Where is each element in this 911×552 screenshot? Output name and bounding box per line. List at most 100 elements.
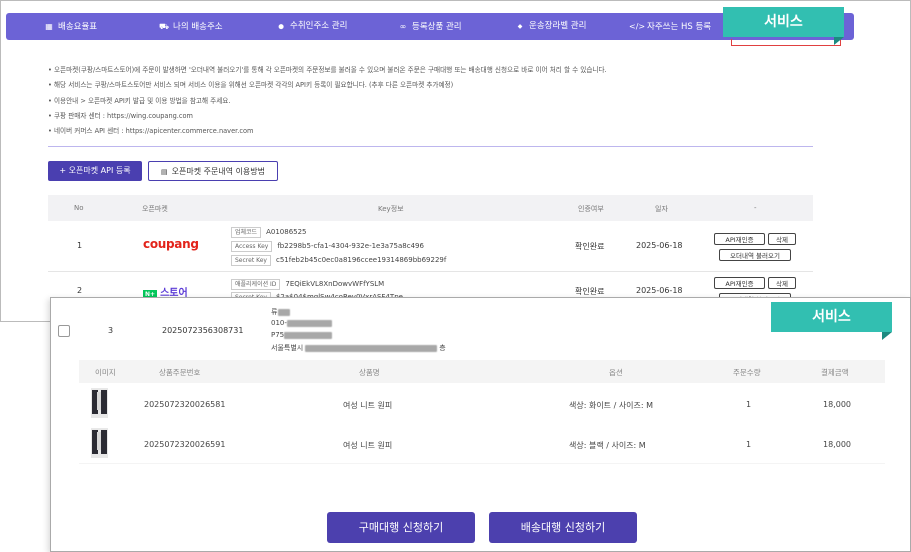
item-row: 2025072320026591 여성 니트 원피 색상: 블랙 / 사이즈: … [79,423,885,463]
product-thumbnail [91,388,108,418]
nav-hs-code[interactable]: </> 자주쓰는 HS 등록 [629,13,711,40]
api-table-header: No 오픈마켓 Key정보 인증여부 일자 - [48,195,813,221]
key-label: Access Key [231,241,273,252]
calendar-icon: ▦ [45,22,53,31]
auth-status: 확인완료 [575,287,605,296]
col-product: 상품명 [359,368,380,377]
name-text: 류 [271,308,278,316]
divider [48,146,813,147]
usage-guide-button[interactable]: ▤ 오픈마켓 주문내역 이용방법 [148,161,278,181]
code-icon: </> [629,22,646,31]
customs-code: P75 [271,331,333,339]
nav-label: 배송요율표 [58,22,98,32]
col-option: 옵션 [609,368,623,377]
product-name: 여성 니트 원피 [343,441,393,450]
register-api-button[interactable]: + 오픈마켓 API 등록 [48,161,142,181]
highlight-outline [731,39,841,46]
link-icon: ∞ [399,22,407,31]
truck-icon: ⛟ [159,22,170,31]
product-thumbnail [91,428,108,458]
delete-button[interactable]: 삭제 [768,233,796,245]
key-line: Secret Key c51feb2b45c0ec0a8196ccee193148… [231,255,446,266]
item-row: 2025072320026581 여성 니트 원피 색상: 화이트 / 사이즈:… [79,383,885,423]
nav-label: 등록상품 관리 [412,22,462,32]
nav-label: 나의 배송주소 [173,22,223,32]
recipient-address: 서울특별시 층 [271,343,446,353]
shipping-request-button[interactable]: 배송대행 신청하기 [489,512,637,543]
address-text: 서울특별시 [271,344,304,352]
delete-button[interactable]: 삭제 [768,277,796,289]
service-badge: 서비스 [771,302,892,340]
key-label: 업체코드 [231,227,262,238]
key-value: 7EQiEkVL8XnDowvWFfYSLM [285,280,385,288]
key-label: 애플리케이션 ID [231,279,281,290]
address-suffix: 층 [439,344,446,352]
recipient-phone: 010- [271,319,332,327]
notice-list: • 오픈마켓(쿠팡/스마트스토어)에 주문이 발생하면 '오더내역 불러오기'를… [48,63,808,139]
notice-item: • 쿠팡 판매자 센터 : https://wing.coupang.com [48,111,193,120]
quantity: 1 [746,400,752,409]
nav-label: 수취인주소 관리 [290,21,348,31]
tag-icon: ◆ [517,23,523,30]
key-line: Access Key fb2298b5-cfa1-4304-932e-1e3a75… [231,241,424,252]
price: 18,000 [823,400,851,409]
col-item-no: 상품주문번호 [159,368,201,377]
key-value: A01086525 [266,228,307,236]
nav-recipient-address[interactable]: ⬤ 수취인주소 관리 [276,13,347,40]
key-line: 업체코드 A01086525 [231,227,307,238]
col-key: Key정보 [378,205,404,213]
product-option: 색상: 블랙 / 사이즈: M [569,441,646,450]
key-line: 애플리케이션 ID 7EQiEkVL8XnDowvWFfYSLM [231,279,384,290]
location-pin-icon: ⬤ [278,24,284,30]
price: 18,000 [823,440,851,449]
product-name: 여성 니트 원피 [343,401,393,410]
nav-registered-products[interactable]: ∞ 등록상품 관리 [398,13,462,40]
col-price: 결제금액 [821,368,849,377]
col-qty: 주문수량 [733,368,761,377]
product-option: 색상: 화이트 / 사이즈: M [569,401,654,410]
notice-item: • 네이버 커머스 API 센터 : https://apicenter.com… [48,127,254,136]
row-no: 1 [77,241,83,250]
col-actions: - [754,204,757,212]
list-icon: ▤ [160,168,168,176]
open-market-api-panel: ▦ 배송요율표 ⛟ 나의 배송주소 ⬤ 수취인주소 관리 ∞ 등록상품 관리 ◆ 운송장라… [0,0,911,322]
auth-status: 확인완료 [575,242,605,251]
col-no: No [74,204,84,212]
nav-label: 운송장라벨 관리 [529,21,587,31]
order-id: 2025072356308731 [162,326,244,335]
quantity: 1 [746,440,752,449]
nav-rate-table[interactable]: ▦ 배송요율표 [44,13,97,40]
coupang-logo: coupang [143,237,199,251]
date: 2025-06-18 [636,241,683,250]
col-date: 일자 [655,205,668,213]
usage-guide-label: 오픈마켓 주문내역 이용방법 [171,167,266,176]
items-header: 이미지 상품주문번호 상품명 옵션 주문수량 결제금액 [79,360,885,383]
recipient-name: 류 [271,307,291,317]
notice-item: • 오픈마켓(쿠팡/스마트스토어)에 주문이 발생하면 '오더내역 불러오기'를… [48,66,607,74]
nav-label: 자주쓰는 HS 등록 [647,22,712,32]
service-badge: 서비스 [723,7,844,45]
row-no: 2 [77,286,83,295]
row-divider [48,271,813,272]
item-no: 2025072320026581 [144,400,226,409]
order-checkbox[interactable] [58,325,70,337]
col-auth: 인증여부 [578,205,604,213]
col-market: 오픈마켓 [142,205,168,213]
date: 2025-06-18 [636,286,683,295]
customs-text: P75 [271,331,285,339]
nav-my-address[interactable]: ⛟ 나의 배송주소 [159,13,223,40]
phone-text: 010- [271,319,287,327]
key-value: fb2298b5-cfa1-4304-932e-1e3a75a8c496 [277,242,424,250]
nav-shipping-label[interactable]: ◆ 운송장라벨 관리 [515,13,587,40]
api-reauth-button[interactable]: API재인증 [714,233,765,245]
key-value: c51feb2b45c0ec0a8196ccee19314869bb69229f [275,256,447,264]
order-no: 3 [108,326,114,335]
load-orders-button[interactable]: 오더내역 불러오기 [719,249,791,261]
purchase-request-button[interactable]: 구매대행 신청하기 [327,512,475,543]
notice-item: • 이용안내 > 오픈마켓 API키 발급 및 이용 방법을 참고해 주세요. [48,96,231,105]
col-image: 이미지 [95,368,116,377]
api-reauth-button[interactable]: API재인증 [714,277,765,289]
item-no: 2025072320026591 [144,440,226,449]
key-label: Secret Key [231,255,271,266]
order-detail-panel: 서비스 3 2025072356308731 류 010- P75 서울특별시 층… [50,297,911,552]
